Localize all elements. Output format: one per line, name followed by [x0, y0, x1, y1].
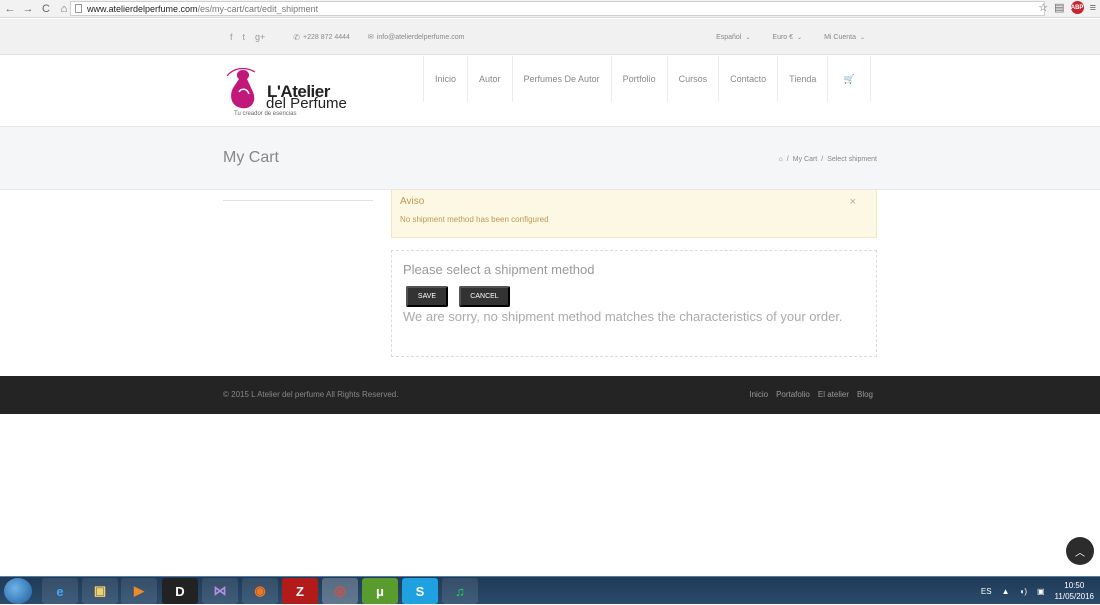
browser-actions: ☆ ▤ ABP ≡: [1038, 1, 1096, 14]
spotify-icon[interactable]: ♫: [442, 578, 478, 604]
top-info-bar: f t g+ ✆ +228 872 4444 ✉ info@atelierdel…: [0, 19, 1100, 55]
nav-item-contacto[interactable]: Contacto: [718, 56, 777, 102]
network-icon[interactable]: ▣: [1037, 587, 1045, 596]
close-icon[interactable]: ×: [850, 196, 856, 208]
main-nav: Inicio Autor Perfumes De Autor Portfolio…: [423, 56, 872, 102]
address-bar[interactable]: www.atelierdelperfume.com/es/my-cart/car…: [70, 1, 1045, 16]
phone-icon: ✆: [293, 32, 300, 42]
visual-studio-icon[interactable]: ⋈: [202, 578, 238, 604]
filezilla-icon[interactable]: Z: [282, 578, 318, 604]
internet-explorer-icon[interactable]: e: [42, 578, 78, 604]
extension-icon[interactable]: ▤: [1054, 1, 1064, 14]
facebook-icon[interactable]: f: [230, 32, 233, 42]
footer-links: Inicio Portafolio El atelier Blog: [749, 390, 873, 399]
chevron-down-icon: ⌄: [745, 34, 751, 41]
nav-item-tienda[interactable]: Tienda: [777, 56, 827, 102]
footer-link-inicio[interactable]: Inicio: [749, 390, 768, 399]
breadcrumb-home-icon[interactable]: ⌂: [779, 156, 783, 163]
site-footer: © 2015 L Atelier del perfume All Rights …: [0, 376, 1100, 414]
no-shipment-message: We are sorry, no shipment method matches…: [403, 309, 843, 324]
bookmark-star-icon[interactable]: ☆: [1038, 1, 1048, 14]
file-explorer-icon[interactable]: ▣: [82, 578, 118, 604]
browser-menu-icon[interactable]: ≡: [1090, 2, 1096, 14]
alert-message: No shipment method has been configured: [400, 215, 549, 224]
language-select[interactable]: Español ⌄: [716, 34, 750, 41]
alert-title: Aviso: [400, 196, 425, 207]
perfume-bottle-logo-icon: [226, 67, 256, 109]
breadcrumb-my-cart[interactable]: My Cart: [793, 156, 818, 163]
nav-item-cursos[interactable]: Cursos: [666, 56, 719, 102]
clock[interactable]: 10:50 11/05/2016: [1055, 580, 1094, 602]
top-dropdowns: Español ⌄ Euro € ⌄ Mi Cuenta ⌄: [716, 34, 865, 41]
cancel-button[interactable]: CANCEL: [459, 286, 510, 307]
email-contact: ✉ info@atelierdelperfume.com: [367, 33, 465, 42]
footer-link-blog[interactable]: Blog: [857, 390, 873, 399]
system-tray: ES ▲ ◖) ▣ 10:50 11/05/2016: [981, 577, 1094, 605]
browser-toolbar: ← → C ⌂ www.atelierdelperfume.com/es/my-…: [0, 0, 1100, 18]
skype-icon[interactable]: S: [402, 578, 438, 604]
url-path: /es/my-cart/cart/edit_shipment: [197, 3, 319, 14]
google-plus-icon[interactable]: g+: [255, 32, 265, 42]
currency-select[interactable]: Euro € ⌄: [772, 34, 802, 41]
clock-date: 11/05/2016: [1054, 592, 1094, 601]
cart-icon[interactable]: 🛒: [827, 56, 872, 102]
phone-number: +228 872 4444: [303, 33, 350, 41]
forward-icon[interactable]: →: [20, 1, 36, 17]
chevron-down-icon: ⌄: [797, 34, 803, 41]
page-title: My Cart: [223, 149, 279, 166]
language-indicator[interactable]: ES: [981, 587, 992, 596]
start-button[interactable]: [4, 578, 32, 604]
utorrent-icon[interactable]: μ: [362, 578, 398, 604]
media-player-icon[interactable]: ▶: [121, 578, 157, 604]
reload-icon[interactable]: C: [38, 1, 54, 17]
shipment-method-panel: Please select a shipment method SAVE CAN…: [391, 250, 877, 357]
page-icon: [75, 4, 82, 13]
footer-link-portafolio[interactable]: Portafolio: [776, 390, 810, 399]
breadcrumb-current: Select shipment: [827, 156, 877, 163]
email-address[interactable]: info@atelierdelperfume.com: [377, 34, 465, 41]
url-host: www.atelierdelperfume.com: [87, 3, 198, 14]
breadcrumb-separator: /: [821, 156, 824, 163]
breadcrumb: ⌂ / My Cart / Select shipment: [779, 156, 877, 163]
volume-icon[interactable]: ◖): [1019, 587, 1027, 596]
breadcrumb-separator: /: [786, 156, 789, 163]
nav-item-perfumes-de-autor[interactable]: Perfumes De Autor: [511, 56, 611, 102]
adblock-icon[interactable]: ABP: [1070, 1, 1084, 14]
back-icon[interactable]: ←: [2, 1, 18, 17]
nav-item-autor[interactable]: Autor: [467, 56, 512, 102]
chevron-down-icon: ⌄: [859, 34, 865, 41]
shipment-heading: Please select a shipment method: [403, 262, 595, 277]
twitter-icon[interactable]: t: [243, 32, 246, 42]
footer-link-el-atelier[interactable]: El atelier: [818, 390, 849, 399]
copyright-text: © 2015 L Atelier del perfume All Rights …: [223, 390, 399, 399]
site-logo[interactable]: L'Atelier del Perfume Tu creador de esen…: [223, 66, 348, 118]
scroll-to-top-icon[interactable]: ︿: [1066, 537, 1094, 565]
windows-taskbar: e ▣ ▶ D ⋈ ◉ Z ◎ μ S ♫ ES ▲ ◖) ▣ 10:50 11…: [0, 576, 1100, 604]
logo-line2: del Perfume: [266, 95, 347, 112]
clock-time: 10:50: [1064, 581, 1085, 590]
social-links: f t g+: [230, 32, 265, 42]
nav-item-portfolio[interactable]: Portfolio: [610, 56, 667, 102]
firefox-icon[interactable]: ◉: [242, 578, 278, 604]
warning-alert: Aviso No shipment method has been config…: [391, 190, 877, 238]
show-hidden-icons-icon[interactable]: ▲: [1002, 587, 1010, 596]
phone-contact: ✆ +228 872 4444: [293, 33, 350, 42]
sidebar-divider: [223, 200, 373, 201]
save-button[interactable]: SAVE: [406, 286, 448, 307]
envelope-icon: ✉: [367, 34, 374, 41]
logo-tagline: Tu creador de esencias: [234, 111, 297, 117]
account-menu[interactable]: Mi Cuenta ⌄: [824, 34, 865, 41]
site-header: L'Atelier del Perfume Tu creador de esen…: [0, 56, 1100, 126]
nav-item-inicio[interactable]: Inicio: [423, 56, 467, 102]
chrome-icon[interactable]: ◎: [322, 578, 358, 604]
page-title-band: My Cart ⌂ / My Cart / Select shipment: [0, 126, 1100, 190]
dashlane-icon[interactable]: D: [162, 578, 198, 604]
